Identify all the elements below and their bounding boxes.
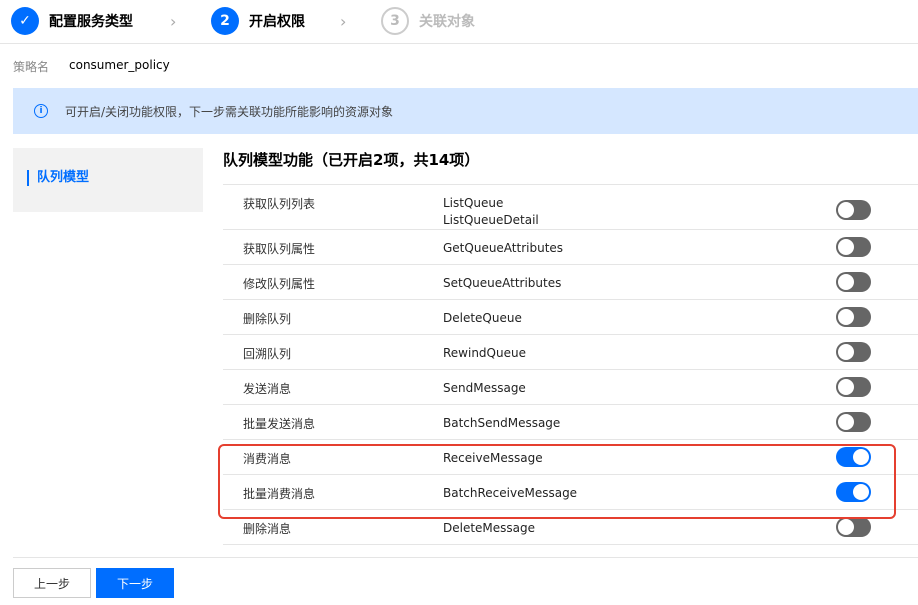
permission-name: 获取队列属性 bbox=[243, 242, 316, 256]
permission-toggle[interactable] bbox=[836, 412, 871, 432]
permission-apis: ListQueue ListQueueDetail bbox=[443, 195, 539, 229]
toggle-knob bbox=[853, 449, 869, 465]
info-banner-text: 可开启/关闭功能权限，下一步需关联功能所能影响的资源对象 bbox=[65, 104, 394, 119]
permission-name: 获取队列列表 bbox=[243, 197, 316, 211]
permission-apis: RewindQueue bbox=[443, 345, 526, 362]
permission-apis: BatchSendMessage bbox=[443, 415, 560, 432]
api-name: ListQueueDetail bbox=[443, 213, 539, 227]
next-step-button[interactable]: 下一步 bbox=[96, 568, 174, 598]
step-1: ✓ 配置服务类型 bbox=[11, 7, 133, 35]
permission-apis: DeleteMessage bbox=[443, 520, 535, 537]
permission-toggle[interactable] bbox=[836, 447, 871, 467]
toggle-knob bbox=[838, 239, 854, 255]
step-2: 2 开启权限 bbox=[211, 7, 305, 35]
permission-apis: SetQueueAttributes bbox=[443, 275, 561, 292]
permission-row: 获取队列列表 ListQueue ListQueueDetail bbox=[223, 185, 918, 230]
policy-name-key: 策略名 bbox=[13, 60, 50, 74]
step-2-number: 2 bbox=[211, 7, 239, 35]
toggle-knob bbox=[853, 484, 869, 500]
sidebar-item-queue-model[interactable]: 队列模型 bbox=[27, 170, 89, 186]
permission-name: 回溯队列 bbox=[243, 347, 292, 361]
permission-apis: BatchReceiveMessage bbox=[443, 485, 577, 502]
steps-bar: ✓ 配置服务类型 › 2 开启权限 › 3 关联对象 bbox=[0, 0, 918, 44]
section-title: 队列模型功能（已开启2项，共14项） bbox=[223, 151, 480, 169]
chevron-right-icon: › bbox=[170, 12, 177, 31]
api-name: BatchSendMessage bbox=[443, 416, 561, 430]
permission-row: 删除消息 DeleteMessage bbox=[223, 510, 918, 545]
permission-toggle[interactable] bbox=[836, 200, 871, 220]
permission-row: 修改队列属性 SetQueueAttributes bbox=[223, 265, 918, 300]
permission-toggle[interactable] bbox=[836, 272, 871, 292]
check-icon: ✓ bbox=[11, 7, 39, 35]
permission-toggle[interactable] bbox=[836, 237, 871, 257]
permission-row: 删除队列 DeleteQueue bbox=[223, 300, 918, 335]
toggle-knob bbox=[838, 414, 854, 430]
permission-name: 消费消息 bbox=[243, 452, 292, 466]
permission-name: 删除消息 bbox=[243, 522, 292, 536]
prev-step-button[interactable]: 上一步 bbox=[13, 568, 91, 598]
permission-toggle[interactable] bbox=[836, 482, 871, 502]
permission-row: 消费消息 ReceiveMessage bbox=[223, 440, 918, 475]
permission-name: 批量发送消息 bbox=[243, 417, 316, 431]
permission-row: 批量消费消息 BatchReceiveMessage bbox=[223, 475, 918, 510]
permission-toggle[interactable] bbox=[836, 307, 871, 327]
permission-row: 回溯队列 RewindQueue bbox=[223, 335, 918, 370]
api-name: SetQueueAttributes bbox=[443, 276, 562, 290]
info-icon: i bbox=[34, 104, 48, 118]
policy-name-row: 策略名 consumer_policy bbox=[13, 58, 170, 75]
toggle-knob bbox=[838, 379, 854, 395]
divider bbox=[13, 557, 918, 558]
step-3-number: 3 bbox=[381, 7, 409, 35]
permission-apis: ReceiveMessage bbox=[443, 450, 543, 467]
permission-name: 批量消费消息 bbox=[243, 487, 316, 501]
permission-apis: DeleteQueue bbox=[443, 310, 522, 327]
step-1-label: 配置服务类型 bbox=[49, 14, 133, 30]
policy-name-value: consumer_policy bbox=[69, 58, 170, 72]
chevron-right-icon: › bbox=[340, 12, 347, 31]
permission-toggle[interactable] bbox=[836, 517, 871, 537]
step-2-label: 开启权限 bbox=[249, 14, 305, 30]
permission-name: 发送消息 bbox=[243, 382, 292, 396]
permission-toggle[interactable] bbox=[836, 377, 871, 397]
permission-name: 删除队列 bbox=[243, 312, 292, 326]
permission-row: 发送消息 SendMessage bbox=[223, 370, 918, 405]
permission-toggle[interactable] bbox=[836, 342, 871, 362]
api-name: ListQueue bbox=[443, 196, 504, 210]
api-name: DeleteQueue bbox=[443, 311, 522, 325]
api-name: GetQueueAttributes bbox=[443, 241, 564, 255]
permission-name: 修改队列属性 bbox=[243, 277, 316, 291]
permission-row: 获取队列属性 GetQueueAttributes bbox=[223, 230, 918, 265]
permission-apis: SendMessage bbox=[443, 380, 526, 397]
toggle-knob bbox=[838, 519, 854, 535]
permission-row: 批量发送消息 BatchSendMessage bbox=[223, 405, 918, 440]
api-name: DeleteMessage bbox=[443, 521, 536, 535]
toggle-knob bbox=[838, 309, 854, 325]
api-name: SendMessage bbox=[443, 381, 526, 395]
api-name: BatchReceiveMessage bbox=[443, 486, 578, 500]
api-name: RewindQueue bbox=[443, 346, 526, 360]
api-name: ReceiveMessage bbox=[443, 451, 543, 465]
step-3: 3 关联对象 bbox=[381, 7, 475, 35]
step-3-label: 关联对象 bbox=[419, 14, 475, 30]
info-banner: i 可开启/关闭功能权限，下一步需关联功能所能影响的资源对象 bbox=[13, 88, 918, 134]
sidebar: 队列模型 bbox=[13, 148, 203, 212]
permission-list: 获取队列列表 ListQueue ListQueueDetail 获取队列属性 GetQ… bbox=[223, 184, 918, 545]
toggle-knob bbox=[838, 344, 854, 360]
toggle-knob bbox=[838, 274, 854, 290]
toggle-knob bbox=[838, 202, 854, 218]
permission-apis: GetQueueAttributes bbox=[443, 240, 563, 257]
